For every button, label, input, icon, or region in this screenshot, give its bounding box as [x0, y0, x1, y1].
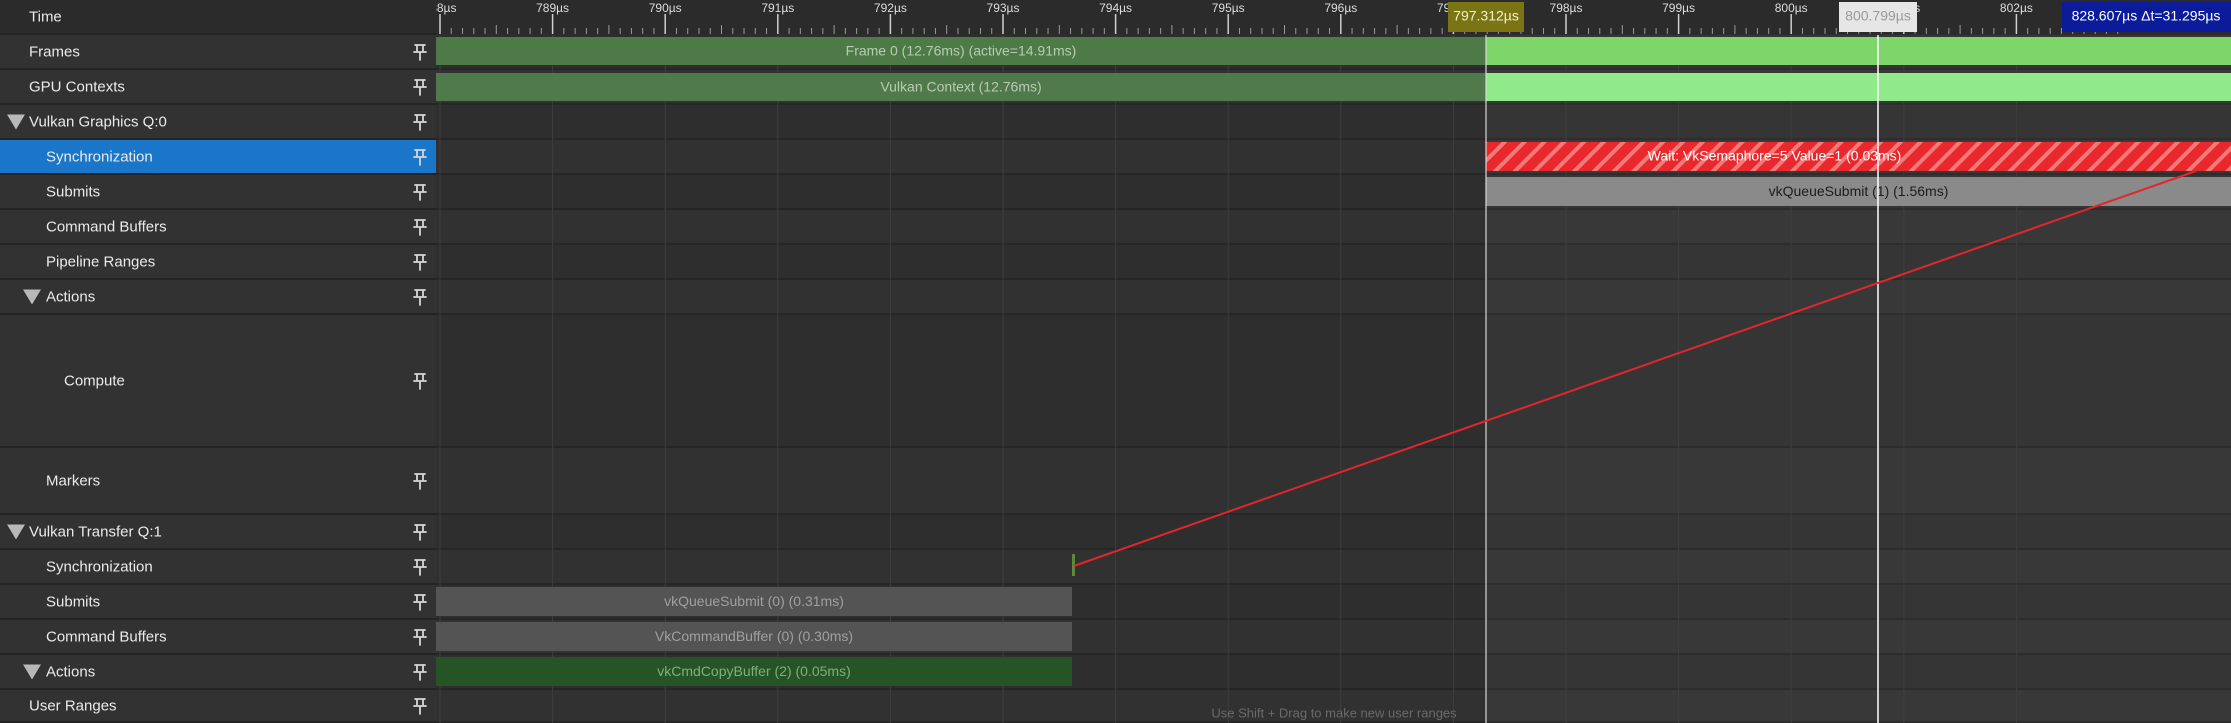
track-label: Actions: [46, 288, 96, 305]
track-row-g-pipeline[interactable]: Pipeline Ranges: [0, 245, 436, 280]
track-row-g-markers[interactable]: Markers: [0, 448, 436, 515]
pin-icon[interactable]: [410, 182, 430, 202]
pin-icon[interactable]: [410, 287, 430, 307]
track-row-vk-transfer[interactable]: Vulkan Transfer Q:1: [0, 515, 436, 550]
track-row-vk-graphics[interactable]: Vulkan Graphics Q:0: [0, 105, 436, 140]
collapse-triangle-icon[interactable]: [23, 664, 41, 679]
selected-range-shade: [1486, 35, 2231, 723]
pin-icon[interactable]: [410, 77, 430, 97]
track-label: Vulkan Transfer Q:1: [29, 523, 162, 540]
track-label: GPU Contexts: [29, 78, 125, 95]
ruler-tick-label: 802µs: [2000, 1, 2033, 15]
wait-semaphore-label: Wait: VkSemaphore=5 Value=1 (0.03ms): [1648, 148, 1902, 164]
timeline-panel[interactable]: 788µs 789µs 790µs 791µs 792µs 793µs 794µs 795µs…: [436, 0, 2231, 723]
pin-icon[interactable]: [410, 557, 430, 577]
track-row-user-ranges[interactable]: User Ranges: [0, 690, 436, 723]
frame-0-event-label: Frame 0 (12.76ms) (active=14.91ms): [846, 43, 1077, 59]
pin-icon[interactable]: [410, 147, 430, 167]
pin-icon[interactable]: [410, 662, 430, 682]
track-row-g-sync[interactable]: Synchronization: [0, 140, 436, 175]
transfer-copy-buffer-event-label: vkCmdCopyBuffer (2) (0.05ms): [657, 663, 850, 679]
ruler-tick-label: 795µs: [1212, 1, 1245, 15]
pin-icon[interactable]: [410, 42, 430, 62]
ruler-tick-label: 794µs: [1099, 1, 1132, 15]
range-start-label: 797.312µs: [1453, 8, 1519, 24]
ruler-tick-label: 796µs: [1324, 1, 1357, 15]
timeline-canvas[interactable]: 788µs 789µs 790µs 791µs 792µs 793µs 794µs 795µs…: [436, 0, 2231, 723]
track-row-t-submits[interactable]: Submits: [0, 585, 436, 620]
vulkan-context-active-region[interactable]: [1486, 73, 2231, 101]
track-label: Synchronization: [46, 558, 153, 575]
range-end-label: 828.607µs Δt=31.295µs: [2072, 8, 2221, 24]
track-label: Actions: [46, 663, 96, 680]
vulkan-context-event-label: Vulkan Context (12.76ms): [880, 79, 1041, 95]
ruler-tick-label: 788µs: [436, 1, 456, 15]
track-label: Markers: [46, 472, 101, 489]
track-label: Time: [29, 8, 62, 25]
ruler-tick-label: 790µs: [649, 1, 682, 15]
frame-active-region[interactable]: [1486, 37, 2231, 65]
ruler-tick-label: 793µs: [987, 1, 1020, 15]
cursor-label: 800.799µs: [1845, 8, 1911, 24]
ruler-tick-label: 800µs: [1775, 1, 1808, 15]
pin-icon[interactable]: [410, 592, 430, 612]
track-row-time: Time: [0, 0, 436, 35]
track-row-g-compute[interactable]: Compute: [0, 315, 436, 448]
track-label: Command Buffers: [46, 218, 167, 235]
track-row-gpu-contexts[interactable]: GPU Contexts: [0, 70, 436, 105]
track-row-frames[interactable]: Frames: [0, 35, 436, 70]
track-row-t-cmdbufs[interactable]: Command Buffers: [0, 620, 436, 655]
pin-icon[interactable]: [410, 696, 430, 716]
track-label: User Ranges: [29, 697, 117, 714]
track-label: Submits: [46, 593, 101, 610]
collapse-triangle-icon[interactable]: [7, 114, 25, 129]
track-row-t-sync[interactable]: Synchronization: [0, 550, 436, 585]
track-label: Pipeline Ranges: [46, 253, 156, 270]
track-label: Compute: [64, 372, 125, 389]
ruler-tick-label: 792µs: [874, 1, 907, 15]
track-label: Synchronization: [46, 148, 153, 165]
track-row-g-submits[interactable]: Submits: [0, 175, 436, 210]
track-label: Submits: [46, 183, 101, 200]
pin-icon[interactable]: [410, 371, 430, 391]
transfer-command-buffer-event-label: VkCommandBuffer (0) (0.30ms): [655, 628, 853, 644]
ruler-tick-label: 799µs: [1662, 1, 1695, 15]
pin-icon[interactable]: [410, 471, 430, 491]
pin-icon[interactable]: [410, 522, 430, 542]
transfer-queue-submit-event-label: vkQueueSubmit (0) (0.31ms): [664, 593, 844, 609]
track-label: Vulkan Graphics Q:0: [29, 113, 167, 130]
gpu-timeline-view: Time Frames GPU Contexts Vulkan Graphics Q:…: [0, 0, 2231, 723]
pin-icon[interactable]: [410, 627, 430, 647]
pin-icon[interactable]: [410, 252, 430, 272]
track-row-g-actions[interactable]: Actions: [0, 280, 436, 315]
ruler-tick-label: 791µs: [761, 1, 794, 15]
pin-icon[interactable]: [410, 112, 430, 132]
track-row-g-cmdbufs[interactable]: Command Buffers: [0, 210, 436, 245]
collapse-triangle-icon[interactable]: [7, 524, 25, 539]
track-list-panel: Time Frames GPU Contexts Vulkan Graphics Q:…: [0, 0, 436, 723]
track-label: Command Buffers: [46, 628, 167, 645]
user-range-hint: Use Shift + Drag to make new user ranges: [1211, 705, 1457, 720]
graphics-queue-submit-event-label: vkQueueSubmit (1) (1.56ms): [1769, 183, 1949, 199]
ruler-tick-label: 789µs: [536, 1, 569, 15]
track-row-t-actions[interactable]: Actions: [0, 655, 436, 690]
track-label: Frames: [29, 43, 80, 60]
pin-icon[interactable]: [410, 217, 430, 237]
collapse-triangle-icon[interactable]: [23, 289, 41, 304]
ruler-tick-label: 798µs: [1550, 1, 1583, 15]
